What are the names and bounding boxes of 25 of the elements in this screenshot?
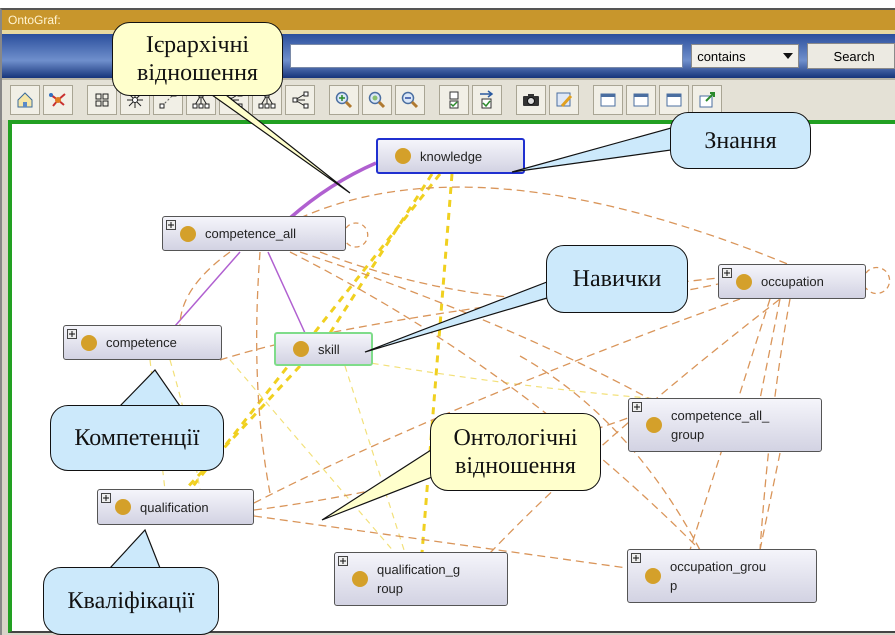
class-node[interactable]: skill — [274, 332, 373, 366]
node-label: knowledge — [420, 148, 482, 166]
class-node[interactable]: occupation_grou p — [627, 549, 817, 603]
class-node[interactable]: competence_all — [162, 216, 346, 251]
class-node[interactable]: qualification_g roup — [334, 552, 508, 606]
node-label: competence_all_ group — [671, 407, 770, 444]
callout-tooltip: Навички — [546, 245, 688, 313]
node-label: occupation — [761, 273, 824, 291]
class-node[interactable]: knowledge — [376, 138, 525, 174]
class-node[interactable]: competence — [63, 325, 222, 360]
callout-tooltip: Знання — [670, 112, 811, 169]
node-label: qualification_g roup — [377, 561, 460, 598]
class-node[interactable]: qualification — [97, 489, 254, 525]
class-node[interactable]: occupation — [718, 264, 866, 299]
callout-tooltip: Ієрархічні відношення — [112, 22, 283, 96]
node-label: competence_all — [205, 225, 296, 243]
search-button[interactable]: Search — [806, 43, 895, 69]
callout-tooltip: Онтологічні відношення — [430, 413, 601, 491]
node-label: skill — [318, 340, 340, 358]
class-node[interactable]: competence_all_ group — [628, 398, 822, 452]
window-title: OntoGraf: — [8, 13, 61, 27]
node-label: occupation_grou p — [670, 558, 766, 595]
node-label: qualification — [140, 498, 209, 516]
node-label: competence — [106, 334, 177, 352]
match-mode-dropdown[interactable]: contains — [691, 44, 799, 68]
